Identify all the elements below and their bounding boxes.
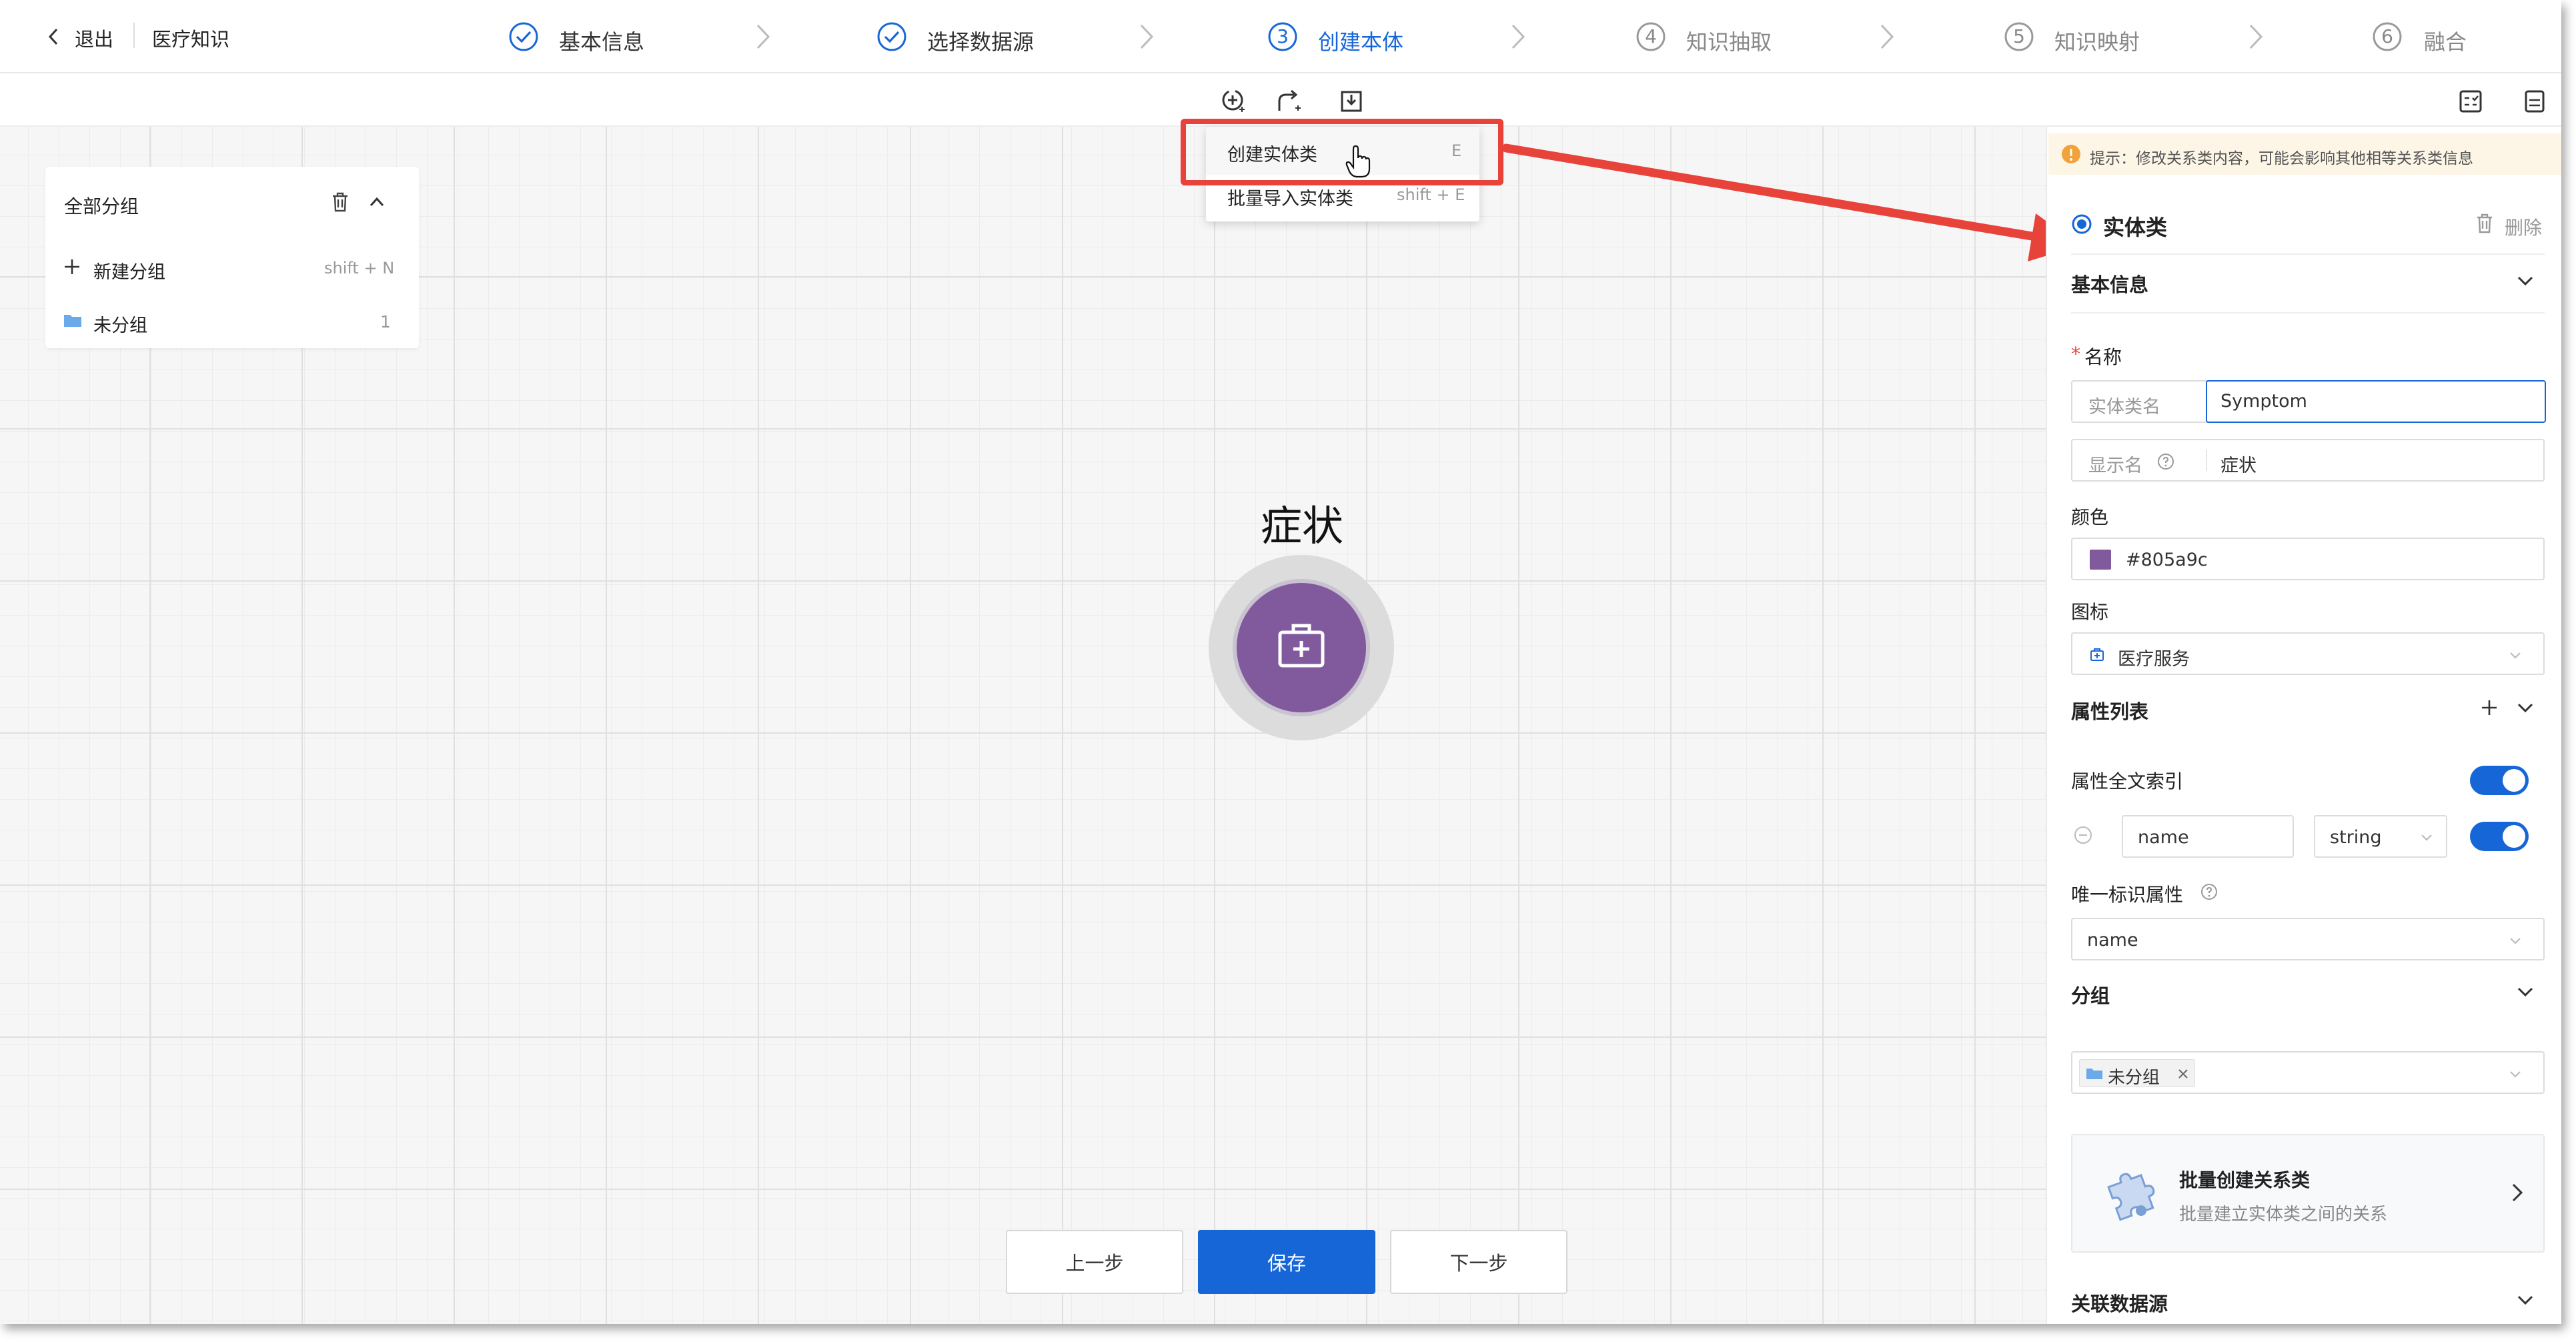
tip-text: 提示：修改关系类内容，可能会影响其他相等关系类信息 <box>2090 150 2473 167</box>
entity-name-field: 实体类名 Symptom <box>2071 380 2546 423</box>
attribute-name-input[interactable]: name <box>2122 815 2294 858</box>
chevron-down-icon <box>2418 828 2435 846</box>
entity-name-input[interactable]: Symptom <box>2206 380 2546 423</box>
remove-circle-icon[interactable] <box>2072 824 2094 846</box>
section-linked-datasource[interactable]: 关联数据源 <box>2071 1289 2168 1317</box>
color-label: 颜色 <box>2071 506 2109 528</box>
entity-name-value: Symptom <box>2220 391 2307 412</box>
medical-kit-icon <box>2088 646 2106 663</box>
required-marker: * <box>2071 343 2080 365</box>
plus-icon[interactable] <box>2478 696 2501 719</box>
unique-attribute-label: 唯一标识属性 <box>2071 884 2184 906</box>
unique-attribute-select[interactable]: name <box>2071 918 2545 960</box>
help-icon[interactable] <box>2199 882 2219 902</box>
icon-value: 医疗服务 <box>2118 649 2190 670</box>
display-name-field: 显示名 症状 <box>2071 439 2545 482</box>
divider <box>2071 253 2545 255</box>
chevron-right-icon <box>2507 1179 2527 1206</box>
attribute-type-value: string <box>2330 827 2382 848</box>
puzzle-icon <box>2099 1165 2163 1229</box>
chevron-down-icon[interactable] <box>2514 269 2537 292</box>
unique-attribute-value: name <box>2087 930 2138 950</box>
display-name-input[interactable]: 症状 <box>2220 451 2257 477</box>
display-name-hint: 显示名 <box>2088 456 2142 476</box>
tip-banner: 提示：修改关系类内容，可能会影响其他相等关系类信息 <box>2048 133 2561 175</box>
chevron-down-icon <box>2506 1065 2525 1083</box>
panel-title: 实体类 <box>2103 215 2168 240</box>
color-picker[interactable]: #805a9c <box>2071 538 2545 580</box>
close-icon[interactable] <box>2176 1067 2190 1081</box>
section-group[interactable]: 分组 <box>2071 980 2110 1009</box>
entity-name-hint: 实体类名 <box>2088 397 2160 418</box>
section-attribute-list[interactable]: 属性列表 <box>2071 696 2148 724</box>
trash-icon[interactable] <box>2474 212 2495 235</box>
batch-create-relation-card[interactable]: 批量创建关系类 批量建立实体类之间的关系 <box>2071 1134 2545 1253</box>
next-step-button[interactable]: 下一步 <box>1390 1230 1567 1294</box>
name-label: 名称 <box>2084 346 2122 368</box>
entity-properties-panel: 提示：修改关系类内容，可能会影响其他相等关系类信息 实体类 删除 基本信息 * … <box>2046 127 2561 1324</box>
batch-card-title: 批量创建关系类 <box>2179 1169 2311 1191</box>
warning-icon <box>2060 143 2082 165</box>
attribute-type-select[interactable]: string <box>2314 815 2447 858</box>
attribute-index-toggle[interactable] <box>2470 822 2529 851</box>
fulltext-index-label: 属性全文索引 <box>2071 770 2184 792</box>
prev-step-button[interactable]: 上一步 <box>1006 1230 1183 1294</box>
chevron-down-icon <box>2506 646 2525 664</box>
icon-select[interactable]: 医疗服务 <box>2071 632 2545 675</box>
group-tag: 未分组 <box>2079 1059 2195 1088</box>
icon-label: 图标 <box>2071 601 2109 623</box>
group-tag-label: 未分组 <box>2108 1068 2160 1088</box>
attribute-name-value: name <box>2138 827 2189 848</box>
color-swatch <box>2090 550 2111 570</box>
save-button[interactable]: 保存 <box>1198 1230 1375 1294</box>
app-window: 退出 医疗知识 基本信息 选择数据源 3 创建本体 4 知识抽取 5 知识映射 … <box>0 0 2561 1324</box>
delete-button[interactable]: 删除 <box>2505 213 2542 240</box>
divider <box>2206 450 2207 471</box>
chevron-down-icon[interactable] <box>2514 1289 2537 1311</box>
chevron-down-icon[interactable] <box>2514 696 2537 719</box>
radio-selected-icon <box>2071 213 2092 235</box>
divider <box>2071 312 2545 313</box>
chevron-down-icon[interactable] <box>2514 980 2537 1003</box>
chevron-down-icon <box>2506 931 2525 950</box>
color-value: #805a9c <box>2126 550 2208 570</box>
help-icon[interactable] <box>2156 452 2175 471</box>
fulltext-index-toggle[interactable] <box>2470 766 2529 795</box>
batch-card-description: 批量建立实体类之间的关系 <box>2179 1205 2388 1225</box>
group-select[interactable]: 未分组 <box>2071 1051 2545 1094</box>
folder-icon <box>2085 1066 2104 1081</box>
section-basic-info[interactable]: 基本信息 <box>2071 269 2148 297</box>
